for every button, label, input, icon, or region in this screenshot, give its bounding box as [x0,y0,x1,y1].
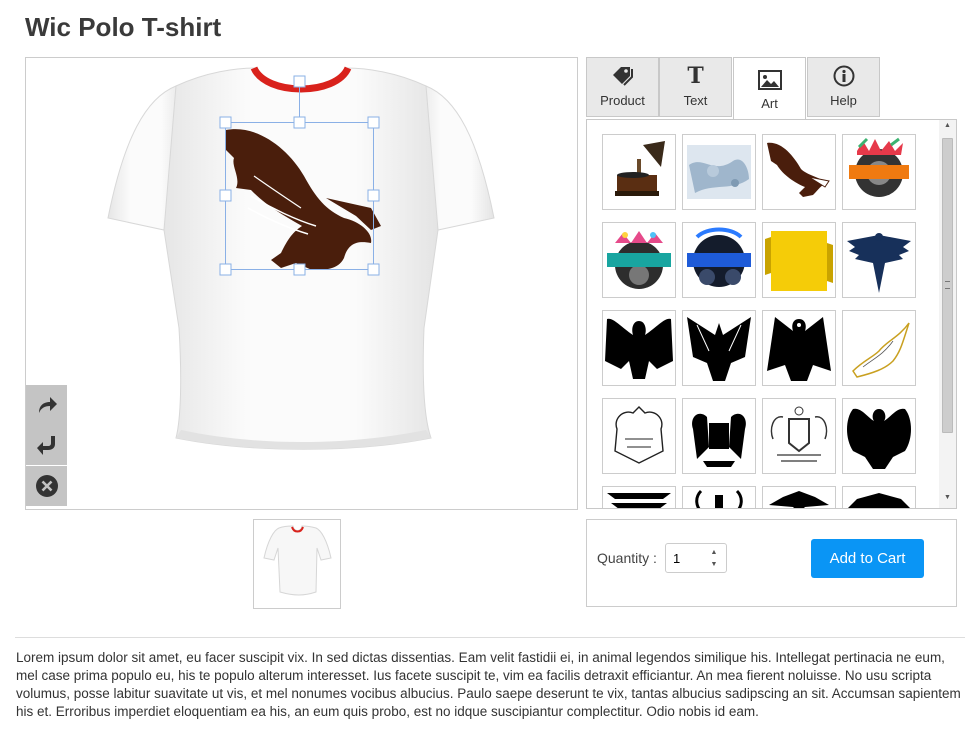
tab-product[interactable]: Product [586,57,659,117]
art-item-black-eagle-2[interactable] [682,310,756,386]
art-item-eagle-partial-2[interactable] [682,486,756,508]
art-item-emblem-orange-banner[interactable] [842,134,916,210]
scroll-up-arrow-icon[interactable]: ▲ [939,122,956,134]
image-icon [757,70,782,90]
art-item-black-eagle-3[interactable] [762,310,836,386]
art-item-eagle-partial-1[interactable] [602,486,676,508]
art-item-eagle-brown[interactable] [762,134,836,210]
redo-button[interactable] [26,385,67,425]
art-item-black-eagle-4[interactable] [842,398,916,474]
scroll-down-arrow-icon[interactable]: ▼ [939,494,956,506]
art-item-grunge-texture[interactable] [682,134,756,210]
art-item-eagle-partial-4[interactable] [842,486,916,508]
undo-button[interactable] [26,425,67,465]
product-description: Lorem ipsum dolor sit amet, eu facer sus… [16,650,961,719]
art-item-gold-eagle-outline[interactable] [842,310,916,386]
undo-icon [36,436,55,455]
stepper-up-icon[interactable]: ▲ [705,546,723,558]
art-item-emblem-teal-banner[interactable] [602,222,676,298]
delete-button[interactable] [26,466,67,506]
info-icon [833,65,854,87]
grip-icon [945,281,950,289]
art-item-yellow-banner[interactable] [762,222,836,298]
art-item-crest-outline[interactable] [602,398,676,474]
stepper-down-icon[interactable]: ▼ [705,558,723,570]
quantity-label: Quantity : [597,550,657,566]
tab-help[interactable]: Help [807,57,880,117]
art-item-blue-winged-emblem[interactable] [842,222,916,298]
scroll-thumb[interactable] [942,138,953,433]
quantity-stepper[interactable]: ▲ ▼ [705,546,723,570]
redo-icon [38,397,57,413]
art-item-crest-shield[interactable] [762,398,836,474]
editor-tabs: Product T Text Art Help [586,57,956,120]
add-to-cart-button[interactable]: Add to Cart [811,539,924,578]
art-item-lion-crest[interactable] [682,398,756,474]
art-scrollbar[interactable]: ▲ ▼ [939,120,956,508]
cart-box: Quantity : ▲ ▼ Add to Cart [586,519,957,607]
tab-text[interactable]: T Text [659,57,732,117]
delete-icon [35,475,58,497]
design-canvas[interactable] [25,57,578,510]
art-item-emblem-blue-banner[interactable] [682,222,756,298]
divider [15,637,965,638]
art-item-eagle-partial-3[interactable] [762,486,836,508]
art-item-gramophone[interactable] [602,134,676,210]
art-panel: ▲ ▼ [586,119,957,509]
tag-icon [612,67,633,86]
art-item-black-eagle-1[interactable] [602,310,676,386]
text-t-icon: T [687,63,704,89]
tab-art[interactable]: Art [733,57,806,120]
tshirt-thumbnail-image [263,525,332,596]
tshirt-preview [107,66,495,450]
product-thumbnail[interactable] [253,519,341,609]
page-title: Wic Polo T-shirt [25,12,222,42]
